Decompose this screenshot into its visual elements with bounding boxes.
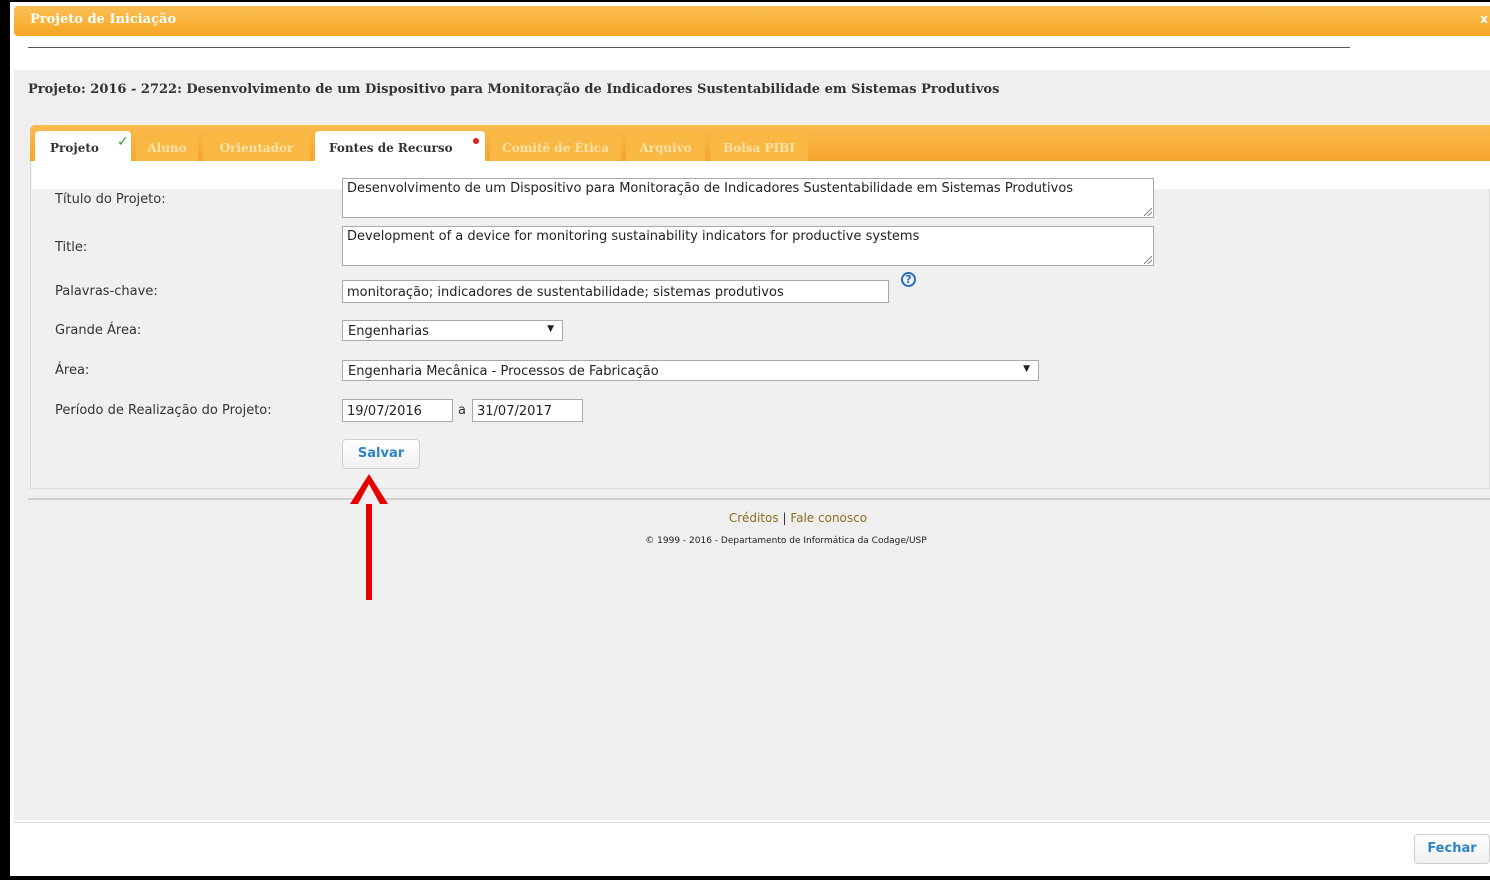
footer-divider — [28, 498, 1490, 500]
tab-label: Fontes de Recurso — [329, 141, 453, 155]
close-icon[interactable]: x — [1480, 12, 1488, 26]
footer-separator: | — [782, 511, 787, 525]
tab-comite-de-etica[interactable]: Comitê de Ética — [490, 131, 621, 161]
checkmark-icon: ✓ — [117, 134, 129, 150]
copyright-text: © 1999 - 2016 - Departamento de Informát… — [645, 536, 927, 546]
titulo-textarea[interactable]: Desenvolvimento de um Dispositivo para M… — [342, 178, 1154, 218]
select-value: Engenharia Mecânica - Processos de Fabri… — [348, 364, 659, 379]
top-area — [14, 36, 1490, 70]
periodo-separator: a — [458, 403, 466, 418]
fechar-button[interactable]: Fechar — [1414, 834, 1490, 864]
tab-label: Bolsa PIBI — [723, 141, 795, 155]
grande-area-select[interactable]: Engenharias ▼ — [342, 320, 563, 341]
tab-orientador[interactable]: Orientador — [203, 131, 310, 161]
tab-aluno[interactable]: Aluno — [136, 131, 198, 161]
divider — [28, 47, 1350, 48]
pending-dot-icon — [473, 138, 479, 144]
title-label: Title: — [55, 240, 88, 255]
creditos-link[interactable]: Créditos — [729, 511, 779, 525]
palavras-chave-input[interactable]: monitoração; indicadores de sustentabili… — [342, 280, 889, 303]
form-panel: Título do Projeto: Desenvolvimento de um… — [30, 161, 1490, 489]
title-textarea[interactable]: Development of a device for monitoring s… — [342, 226, 1154, 266]
help-icon[interactable]: ? — [901, 272, 916, 287]
tab-label: Aluno — [147, 141, 187, 155]
tab-projeto[interactable]: Projeto ✓ — [35, 131, 131, 161]
project-heading: Projeto: 2016 - 2722: Desenvolvimento de… — [28, 82, 1000, 97]
footer-links: Créditos | Fale conosco — [14, 511, 1490, 525]
periodo-label: Período de Realização do Projeto: — [55, 403, 272, 418]
window-title: Projeto de Iniciação — [30, 12, 177, 27]
area-select[interactable]: Engenharia Mecânica - Processos de Fabri… — [342, 360, 1039, 381]
tab-fontes-de-recurso[interactable]: Fontes de Recurso — [315, 131, 485, 161]
tab-label: Orientador — [219, 141, 294, 155]
area-label: Área: — [55, 363, 90, 378]
tab-bar: Projeto ✓ Aluno Orientador Fontes de Rec… — [30, 125, 1490, 161]
tab-label: Arquivo — [639, 141, 692, 155]
dropdown-arrow-icon: ▼ — [1023, 364, 1030, 374]
periodo-inicio-input[interactable]: 19/07/2016 — [342, 399, 453, 422]
fale-conosco-link[interactable]: Fale conosco — [790, 511, 867, 525]
dialog-content: Projeto: 2016 - 2722: Desenvolvimento de… — [14, 36, 1490, 864]
dropdown-arrow-icon: ▼ — [547, 324, 554, 334]
titulo-label: Título do Projeto: — [55, 192, 166, 207]
annotation-arrow-icon — [350, 474, 388, 600]
tab-bolsa-pibi[interactable]: Bolsa PIBI — [710, 131, 808, 161]
window-titlebar: Projeto de Iniciação x — [14, 6, 1490, 36]
periodo-fim-input[interactable]: 31/07/2017 — [472, 399, 583, 422]
tab-label: Comitê de Ética — [502, 141, 609, 155]
palavras-chave-label: Palavras-chave: — [55, 284, 158, 299]
select-value: Engenharias — [348, 324, 429, 339]
tab-arquivo[interactable]: Arquivo — [626, 131, 705, 161]
salvar-button[interactable]: Salvar — [342, 439, 420, 469]
tab-label: Projeto — [50, 141, 99, 155]
bottom-divider — [14, 822, 1490, 823]
grande-area-label: Grande Área: — [55, 323, 142, 338]
